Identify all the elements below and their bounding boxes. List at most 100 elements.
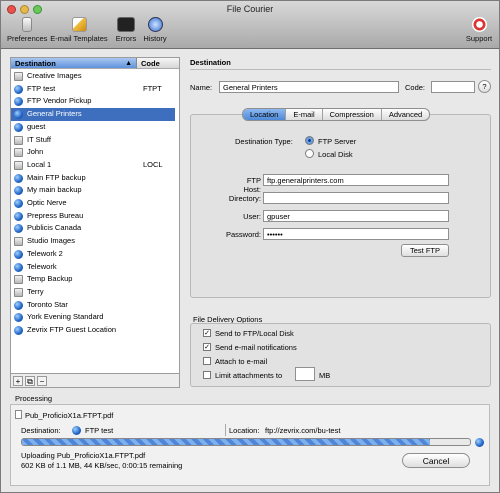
send-to-ftp-checkbox[interactable]: ✓: [203, 329, 211, 337]
list-item[interactable]: Toronto Star: [11, 299, 175, 312]
attach-to-email-label: Attach to e-mail: [215, 357, 268, 366]
destination-name: Local 1: [27, 159, 52, 169]
ftp-server-label: FTP Server: [318, 137, 357, 146]
ftp-globe-icon: [14, 211, 23, 221]
list-item[interactable]: Creative Images: [11, 70, 175, 83]
user-field[interactable]: gpuser: [263, 210, 449, 222]
list-item[interactable]: guest: [11, 121, 175, 134]
divider: [190, 69, 491, 70]
destination-name: FTP test: [27, 83, 56, 93]
list-item[interactable]: Publicis Canada: [11, 222, 175, 235]
destination-name: Zevrix FTP Guest Location: [27, 325, 117, 334]
ftp-server-radio[interactable]: [305, 136, 314, 145]
list-item[interactable]: Zevrix FTP Guest Location: [11, 324, 175, 337]
destination-name: General Printers: [27, 109, 82, 119]
column-header-destination[interactable]: Destination ▲: [11, 58, 137, 69]
code-label: Code:: [405, 83, 426, 92]
column-header-label: Destination: [15, 59, 56, 68]
name-field[interactable]: General Printers: [219, 81, 399, 93]
toolbar-support-button[interactable]: Support: [463, 17, 495, 43]
send-email-notifications-checkbox[interactable]: ✓: [203, 343, 211, 351]
destination-name: John: [27, 147, 44, 157]
destination-type-label: Destination Type:: [235, 137, 293, 146]
ftp-host-field[interactable]: ftp.generalprinters.com: [263, 174, 449, 186]
list-item[interactable]: Telework: [11, 261, 175, 274]
help-button[interactable]: ?: [478, 80, 491, 93]
toolbar-preferences-button[interactable]: Preferences: [7, 17, 47, 43]
ftp-host-label: FTP Host:: [243, 176, 261, 194]
divider: [225, 424, 226, 436]
tab-advanced[interactable]: Advanced: [382, 109, 429, 120]
destination-name: FTP test: [85, 426, 114, 435]
destination-name: Optic Nerve: [27, 198, 67, 207]
list-item[interactable]: Main FTP backup: [11, 172, 175, 185]
tab-email[interactable]: E-mail: [286, 109, 323, 120]
limit-attachments-label: Limit attachments to: [215, 371, 283, 380]
toolbar-label: E-mail Templates: [50, 34, 108, 43]
pdf-file-icon: [15, 410, 22, 419]
limit-attachments-field[interactable]: [295, 367, 315, 381]
cancel-button[interactable]: Cancel: [402, 453, 470, 468]
limit-unit-label: MB: [319, 371, 331, 380]
password-label: Password:: [225, 230, 261, 239]
remove-destination-button[interactable]: −: [37, 376, 47, 386]
ftp-globe-icon: [14, 326, 23, 335]
transfer-globe-icon: [475, 438, 484, 447]
toolbar-history-button[interactable]: History: [141, 17, 169, 43]
list-item[interactable]: General Printers: [11, 108, 175, 121]
local-disk-icon: [14, 148, 23, 158]
test-ftp-button[interactable]: Test FTP: [401, 244, 449, 257]
list-item[interactable]: Terry: [11, 286, 175, 299]
ftp-globe-icon: [14, 249, 23, 259]
list-item[interactable]: My main backup: [11, 184, 175, 197]
tab-compression[interactable]: Compression: [323, 109, 382, 120]
list-item[interactable]: Prepress Bureau: [11, 210, 175, 223]
ftp-globe-icon: [14, 97, 23, 107]
history-icon: [147, 17, 163, 32]
limit-attachments-checkbox[interactable]: [203, 371, 211, 379]
ftp-globe-icon: [14, 199, 23, 208]
code-field[interactable]: [431, 81, 475, 93]
destination-list[interactable]: Destination ▲ Code Creative Images FTP tes…: [10, 57, 180, 374]
destination-name: Telework: [27, 261, 57, 271]
toolbar-email-templates-button[interactable]: E-mail Templates: [49, 17, 109, 43]
sort-ascending-icon: ▲: [125, 60, 132, 67]
local-disk-radio[interactable]: [305, 149, 314, 158]
destination-name: Main FTP backup: [27, 172, 86, 182]
toolbar-label: Preferences: [7, 34, 48, 43]
password-field[interactable]: ••••••: [263, 228, 449, 240]
ftp-globe-icon: [14, 224, 23, 234]
list-item[interactable]: Local 1 LOCL: [11, 159, 175, 172]
add-destination-button[interactable]: +: [13, 376, 23, 386]
processing-panel: Pub_ProficioX1a.FTPT.pdf Destination: FT…: [10, 404, 490, 486]
column-header-code[interactable]: Code: [137, 58, 179, 69]
toolbar-label: Support: [465, 34, 493, 43]
destination-name: Creative Images: [27, 71, 82, 80]
list-item[interactable]: Optic Nerve: [11, 197, 175, 210]
destination-name: IT Stuff: [27, 134, 51, 144]
toolbar-errors-button[interactable]: Errors: [113, 17, 139, 43]
list-item[interactable]: Studio Images: [11, 235, 175, 248]
list-item[interactable]: FTP test FTPT: [11, 83, 175, 96]
destination-name: guest: [27, 121, 46, 131]
processing-file-name: Pub_ProficioX1a.FTPT.pdf: [25, 411, 114, 420]
toolbar-label: Errors: [115, 34, 137, 43]
tab-location[interactable]: Location: [243, 109, 287, 120]
attach-to-email-checkbox[interactable]: [203, 357, 211, 365]
ftp-globe-icon: [14, 300, 23, 310]
local-disk-icon: [14, 72, 23, 81]
list-item[interactable]: John: [11, 146, 175, 159]
title-bar: File Courier Preferences E-mail Template…: [1, 1, 499, 49]
destination-name: My main backup: [27, 185, 82, 195]
preferences-icon: [22, 17, 32, 32]
list-item[interactable]: FTP Vendor Pickup: [11, 95, 175, 108]
ftp-globe-icon: [14, 110, 23, 120]
duplicate-destination-button[interactable]: ⧉: [25, 376, 35, 386]
list-item[interactable]: Telework 2: [11, 248, 175, 261]
section-title: Destination: [190, 58, 231, 67]
list-item[interactable]: Temp Backup: [11, 273, 175, 286]
list-item[interactable]: IT Stuff: [11, 134, 175, 147]
directory-field[interactable]: [263, 192, 449, 204]
destination-code: LOCL: [143, 159, 163, 169]
list-item[interactable]: York Evening Standard: [11, 311, 175, 324]
